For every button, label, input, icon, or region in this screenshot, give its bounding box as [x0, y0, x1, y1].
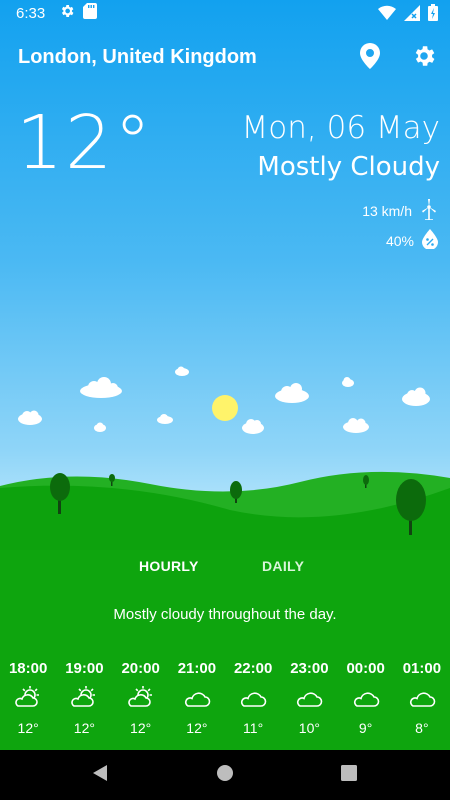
hourly-forecast-list[interactable]: 18:00 12° 19:00 12° 20:00 12° 21:00 12° … [0, 660, 450, 746]
cell-signal-icon [404, 4, 420, 25]
hour-time: 21:00 [177, 660, 217, 677]
hourly-item: 21:00 12° [169, 660, 225, 746]
settings-button[interactable] [408, 42, 440, 74]
hourly-item: 23:00 10° [281, 660, 337, 746]
location-button[interactable] [354, 42, 386, 74]
wifi-icon [378, 5, 396, 25]
humidity-row: 40% [386, 229, 438, 252]
current-date: Mon, 06 May [241, 110, 440, 146]
tab-daily[interactable]: DAILY [262, 558, 304, 574]
hour-temp: 12° [17, 720, 39, 736]
back-triangle-icon [92, 764, 108, 787]
hour-temp: 12° [186, 720, 208, 736]
cloudy-icon [297, 692, 323, 707]
hour-temp: 9° [358, 720, 373, 736]
battery-icon [428, 4, 438, 25]
recents-button[interactable] [338, 764, 360, 786]
hour-temp: 12° [130, 720, 152, 736]
tab-hourly[interactable]: HOURLY [139, 558, 199, 574]
location-pin-icon [360, 42, 380, 74]
hourly-item: 18:00 12° [0, 660, 56, 746]
home-button[interactable] [214, 764, 236, 786]
partly-cloudy-sun-icon [71, 686, 96, 707]
sun-graphic [212, 395, 238, 421]
cloudy-icon [241, 692, 267, 707]
hourly-item: 19:00 12° [56, 660, 112, 746]
cloudy-icon [184, 692, 211, 707]
status-bar: 6:33 [0, 0, 450, 26]
wind-speed: 13 km/h [362, 202, 412, 219]
location-title[interactable]: London, United Kingdom [18, 46, 257, 69]
hour-time: 22:00 [233, 660, 273, 677]
forecast-summary: Mostly cloudy throughout the day. [113, 606, 337, 623]
hour-temp: 10° [298, 720, 320, 736]
cloudy-icon [353, 692, 379, 707]
wind-row: 13 km/h [362, 198, 438, 223]
landscape-illustration [0, 366, 450, 550]
current-temperature: 12° [16, 100, 154, 186]
partly-cloudy-sun-icon [15, 686, 40, 707]
humidity-drop-icon [422, 229, 438, 252]
hour-time: 18:00 [8, 660, 48, 677]
wind-turbine-icon [420, 198, 438, 223]
home-circle-icon [216, 764, 234, 787]
hour-time: 01:00 [402, 660, 442, 677]
app-header: London, United Kingdom [0, 42, 450, 76]
back-button[interactable] [89, 764, 111, 786]
hour-time: 23:00 [290, 660, 329, 677]
hour-time: 20:00 [121, 660, 160, 677]
recents-square-icon [341, 764, 357, 786]
hourly-item: 22:00 11° [225, 660, 281, 746]
forecast-tabs: HOURLY DAILY [0, 556, 450, 580]
status-time: 6:33 [16, 4, 46, 22]
settings-notification-icon [59, 3, 75, 23]
hour-time: 00:00 [346, 660, 385, 677]
cloudy-icon [409, 692, 436, 707]
current-condition: Mostly Cloudy [257, 152, 440, 182]
hour-temp: 8° [415, 720, 429, 736]
sd-card-icon [83, 3, 98, 23]
hour-temp: 11° [243, 720, 264, 736]
humidity-value: 40% [385, 232, 414, 249]
hourly-item: 01:00 8° [394, 660, 450, 746]
hour-time: 19:00 [65, 660, 104, 677]
system-nav-bar [0, 750, 450, 800]
weather-screen: 6:33 London, United Kingdom 12° Mon, 06 … [0, 0, 450, 750]
partly-cloudy-sun-icon [127, 686, 152, 707]
hourly-item: 20:00 12° [113, 660, 169, 746]
hour-temp: 12° [73, 720, 95, 736]
gear-icon [411, 43, 437, 74]
hourly-item: 00:00 9° [338, 660, 394, 746]
